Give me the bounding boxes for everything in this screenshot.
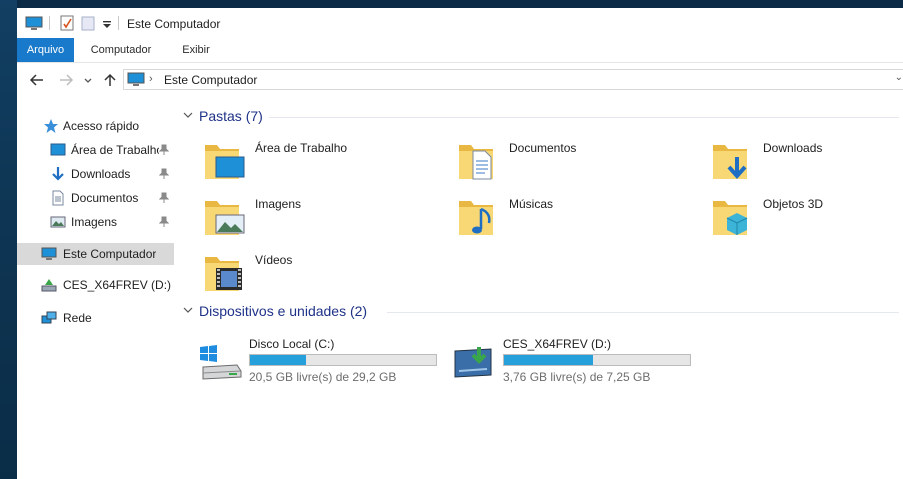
nav-item-rede[interactable]: Rede: [17, 307, 174, 329]
tab-arquivo[interactable]: Arquivo: [17, 38, 74, 62]
properties-icon[interactable]: [59, 14, 75, 32]
videos-folder-icon: [205, 257, 242, 291]
nav-item-area-de-trabalho[interactable]: Área de Trabalho: [17, 139, 174, 161]
chevron-down-icon: [183, 112, 193, 118]
pin-icon[interactable]: [159, 192, 169, 204]
pin-icon[interactable]: [159, 168, 169, 180]
folder-label: Downloads: [763, 141, 823, 155]
nav-item-label: Este Computador: [63, 247, 157, 261]
nav-item-label: Área de Trabalho: [71, 143, 159, 157]
up-arrow-icon[interactable]: [102, 72, 118, 88]
desktop-folder-icon: [205, 145, 245, 179]
download-arrow-icon: [52, 167, 64, 181]
nav-item-label: Imagens: [71, 215, 118, 229]
forward-icon[interactable]: [58, 72, 74, 88]
star-icon: [44, 119, 58, 133]
pictures-icon: [50, 216, 66, 228]
desktop-icon: [50, 143, 66, 156]
downloads-folder-icon: [713, 145, 747, 180]
address-bar[interactable]: › Este Computador ⌄: [123, 69, 903, 90]
title-bar: Este Computador: [17, 8, 903, 38]
folder-tile-imagens[interactable]: Imagens: [203, 195, 443, 247]
back-icon[interactable]: [29, 72, 45, 88]
drive-name: Disco Local (C:): [249, 337, 335, 351]
pin-icon[interactable]: [159, 144, 169, 156]
pictures-folder-icon: [205, 201, 245, 235]
drive-usage-fill: [504, 355, 594, 365]
folder-tile-downloads[interactable]: Downloads: [711, 139, 903, 191]
group-title: Dispositivos e unidades (2): [199, 303, 368, 319]
nav-item-este-computador[interactable]: Este Computador: [17, 243, 174, 265]
computer-icon: [25, 16, 43, 30]
nav-item-ces-drive[interactable]: CES_X64FREV (D:): [17, 274, 174, 296]
ribbon-tabs: Arquivo Computador Exibir: [17, 38, 903, 63]
pin-icon[interactable]: [159, 216, 169, 228]
address-dropdown-icon[interactable]: ⌄: [895, 72, 903, 83]
divider: [118, 16, 119, 30]
windows-drive-icon: [200, 345, 242, 380]
divider: [269, 117, 899, 118]
content-pane: Pastas (7) Área de Trabalho Documentos D…: [177, 97, 903, 479]
nav-item-acesso-rapido[interactable]: Acesso rápido: [17, 115, 174, 137]
nav-item-downloads[interactable]: Downloads: [17, 163, 174, 185]
drive-name: CES_X64FREV (D:): [503, 337, 612, 351]
recent-locations-icon[interactable]: [83, 72, 93, 88]
dvd-install-drive-icon: [454, 347, 492, 378]
drive-tile-disco-local[interactable]: Disco Local (C:) 20,5 GB livre(s) de 29,…: [197, 337, 447, 387]
navigation-pane: Acesso rápido Área de Trabalho Downloads: [17, 97, 178, 479]
drive-usage-fill: [250, 355, 306, 365]
dvd-drive-icon: [41, 279, 57, 292]
nav-item-label: Downloads: [71, 167, 131, 181]
folder-label: Área de Trabalho: [255, 141, 348, 155]
drive-usage-bar: [249, 354, 437, 366]
nav-item-label: Documentos: [71, 191, 139, 205]
drive-tile-ces[interactable]: CES_X64FREV (D:) 3,76 GB livre(s) de 7,2…: [451, 337, 701, 387]
desktop-background: [0, 0, 17, 479]
address-path: Este Computador: [164, 73, 258, 87]
folder-label: Imagens: [255, 197, 302, 211]
tab-computador[interactable]: Computador: [79, 38, 163, 62]
folder-label: Vídeos: [255, 253, 293, 267]
network-icon: [41, 311, 57, 324]
nav-item-documentos[interactable]: Documentos: [17, 187, 174, 209]
window-title: Este Computador: [127, 17, 221, 31]
computer-icon: [41, 247, 57, 260]
drive-free-space: 3,76 GB livre(s) de 7,25 GB: [503, 370, 651, 384]
drive-free-space: 20,5 GB livre(s) de 29,2 GB: [249, 370, 397, 384]
folder-tile-documentos[interactable]: Documentos: [457, 139, 697, 191]
computer-icon: [127, 72, 145, 86]
nav-item-label: Acesso rápido: [63, 119, 140, 133]
music-folder-icon: [459, 201, 493, 235]
new-folder-icon[interactable]: [81, 14, 95, 32]
file-explorer-window: Este Computador Arquivo Computador Exibi…: [17, 8, 903, 479]
nav-item-label: CES_X64FREV (D:): [63, 278, 172, 292]
document-icon: [52, 190, 64, 206]
divider: [387, 312, 899, 313]
folder-tile-musicas[interactable]: Músicas: [457, 195, 697, 247]
breadcrumb-chevron-icon: ›: [149, 73, 153, 85]
chevron-down-icon: [183, 307, 193, 313]
folder-tile-videos[interactable]: Vídeos: [203, 251, 443, 303]
drive-usage-bar: [503, 354, 691, 366]
group-title: Pastas (7): [199, 108, 263, 124]
nav-item-imagens[interactable]: Imagens: [17, 211, 174, 233]
divider: [49, 16, 50, 30]
nav-item-label: Rede: [63, 311, 92, 325]
folder-label: Documentos: [509, 141, 577, 155]
folder-tile-objetos-3d[interactable]: Objetos 3D: [711, 195, 903, 247]
folder-tile-area-de-trabalho[interactable]: Área de Trabalho: [203, 139, 443, 191]
3d-objects-folder-icon: [713, 201, 748, 235]
folder-label: Objetos 3D: [763, 197, 824, 211]
tab-exibir[interactable]: Exibir: [167, 38, 225, 62]
folder-label: Músicas: [509, 197, 554, 211]
customize-toolbar-icon[interactable]: [101, 14, 113, 32]
documents-folder-icon: [459, 145, 493, 180]
group-header-dispositivos[interactable]: Dispositivos e unidades (2): [183, 302, 403, 322]
address-row: › Este Computador ⌄: [17, 63, 903, 97]
